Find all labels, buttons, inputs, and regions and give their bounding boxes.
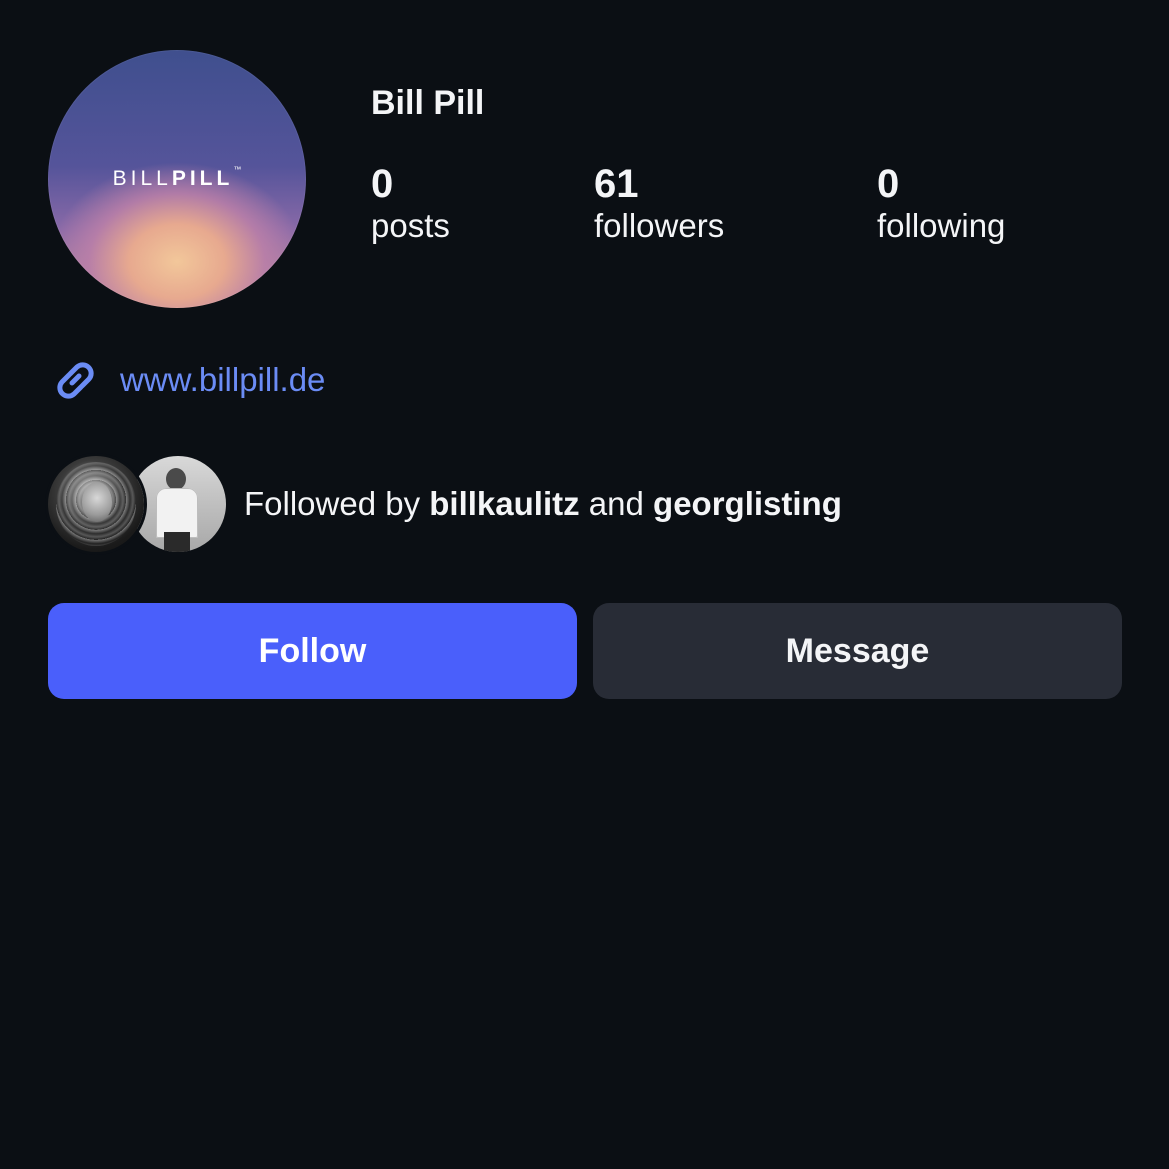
stat-posts: 0 posts bbox=[371, 162, 450, 246]
mutual-avatar-georglisting bbox=[130, 456, 226, 552]
followed-by-user1: billkaulitz bbox=[429, 485, 580, 522]
following-label: following bbox=[877, 207, 1006, 244]
website-url: www.billpill.de bbox=[120, 361, 326, 398]
avatar-logo-light: BILL bbox=[112, 167, 172, 190]
profile-avatar[interactable]: BILLPILL™ bbox=[48, 50, 306, 308]
mutual-avatar-billkaulitz bbox=[48, 456, 144, 552]
posts-count: 0 bbox=[371, 162, 394, 206]
profile-display-name: Bill Pill bbox=[371, 84, 485, 122]
following-count: 0 bbox=[877, 162, 900, 206]
followed-by-prefix: Followed by bbox=[244, 485, 421, 522]
followed-by-row[interactable]: Followed by billkaulitz and georglisting bbox=[48, 456, 1128, 552]
follow-button[interactable]: Follow bbox=[48, 603, 577, 699]
followed-by-user2: georglisting bbox=[653, 485, 842, 522]
avatar-face-shape bbox=[82, 482, 112, 522]
followed-by-text: Followed by billkaulitz and georglisting bbox=[244, 485, 842, 523]
followers-count: 61 bbox=[594, 162, 639, 206]
posts-label: posts bbox=[371, 207, 450, 244]
avatar-person-head bbox=[166, 468, 186, 490]
stat-following[interactable]: 0 following bbox=[877, 162, 1005, 246]
stat-followers[interactable]: 61 followers bbox=[594, 162, 724, 246]
avatar-person-legs bbox=[164, 532, 190, 552]
followers-label: followers bbox=[594, 207, 725, 244]
avatar-logo-trademark: ™ bbox=[233, 165, 242, 174]
avatar-person-body bbox=[156, 488, 198, 538]
profile-header: BILLPILL™ Bill Pill 0 posts 61 followers… bbox=[0, 0, 1169, 330]
avatar-logo: BILLPILL™ bbox=[48, 165, 306, 190]
mutual-avatars bbox=[48, 456, 226, 552]
avatar-logo-bold: PILL bbox=[171, 167, 234, 190]
message-button[interactable]: Message bbox=[593, 603, 1122, 699]
followed-by-conjunction: and bbox=[588, 485, 644, 522]
website-link[interactable]: www.billpill.de bbox=[48, 352, 325, 408]
link-icon bbox=[48, 353, 102, 407]
